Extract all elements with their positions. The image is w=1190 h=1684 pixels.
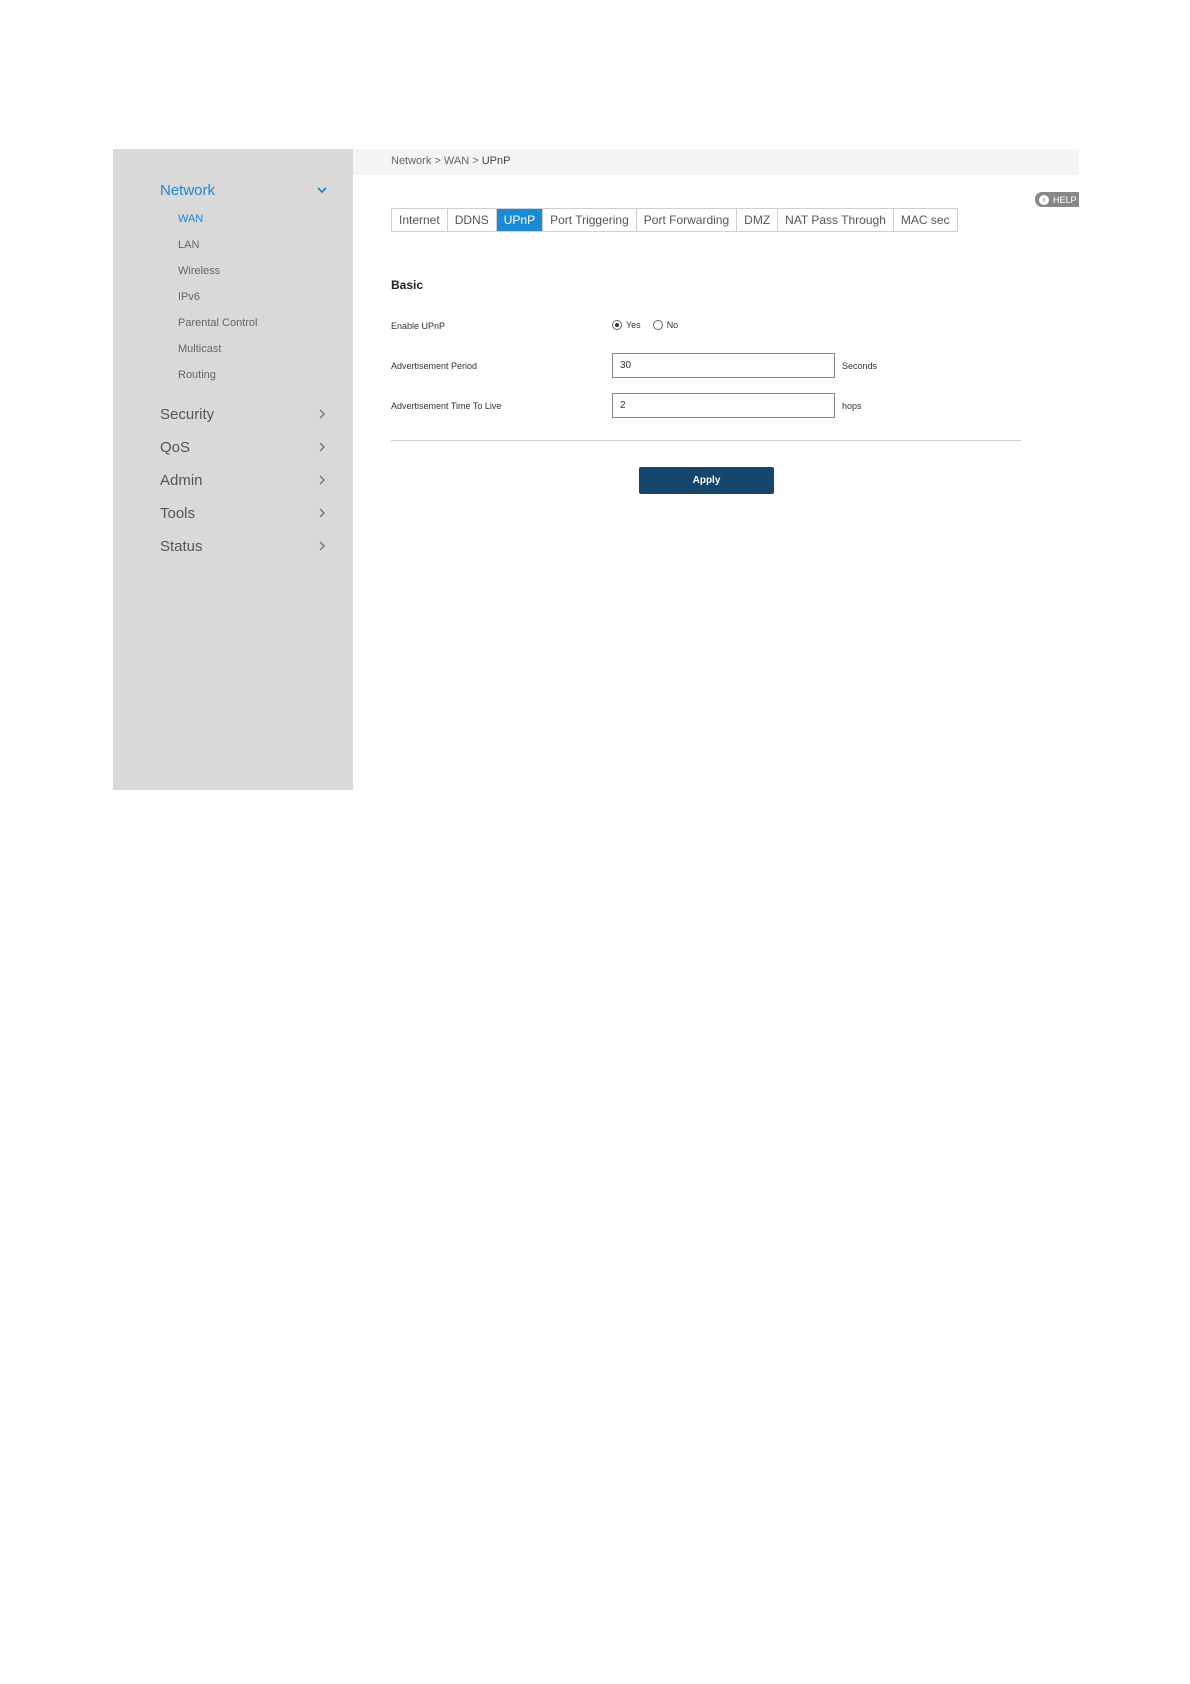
- sidebar-item-label: Status: [160, 537, 203, 555]
- sidebar-item-qos[interactable]: QoS: [160, 436, 330, 458]
- sidebar-item-label: Admin: [160, 471, 203, 489]
- chevron-right-icon: [314, 406, 330, 422]
- sidebar-subitem-wan[interactable]: WAN: [178, 210, 258, 236]
- tab-nat-pass-through[interactable]: NAT Pass Through: [778, 209, 894, 231]
- sidebar-subitem-wireless[interactable]: Wireless: [178, 262, 258, 288]
- advertisement-period-unit: Seconds: [842, 361, 878, 371]
- tab-port-forwarding[interactable]: Port Forwarding: [636, 209, 738, 231]
- sidebar-item-security[interactable]: Security: [160, 403, 330, 425]
- help-button[interactable]: ‹ HELP: [1035, 192, 1079, 207]
- breadcrumb-separator: >: [434, 155, 441, 167]
- tab-dmz[interactable]: DMZ: [737, 209, 779, 231]
- radio-selected-dot: [615, 323, 619, 327]
- sidebar-item-status[interactable]: Status: [160, 535, 330, 557]
- tab-ddns[interactable]: DDNS: [447, 209, 497, 231]
- tab-internet[interactable]: Internet: [392, 209, 448, 231]
- breadcrumb-current: UPnP: [481, 155, 511, 167]
- sidebar-item-label: Security: [160, 405, 215, 423]
- breadcrumb-separator: >: [472, 155, 479, 167]
- tab-upnp[interactable]: UPnP: [496, 209, 544, 231]
- network-submenu: WAN LAN Wireless IPv6 Parental Control M…: [178, 210, 258, 392]
- back-arrow-icon: ‹: [1039, 194, 1049, 205]
- section-title: Basic: [391, 278, 424, 292]
- chevron-right-icon: [314, 505, 330, 521]
- form-divider: [391, 440, 1021, 441]
- sidebar-subitem-lan[interactable]: LAN: [178, 236, 258, 262]
- enable-upnp-no-radio[interactable]: [652, 320, 663, 330]
- enable-upnp-no-label: No: [666, 320, 679, 330]
- sidebar-subitem-multicast[interactable]: Multicast: [178, 340, 258, 366]
- sidebar-item-label: QoS: [160, 438, 191, 456]
- enable-upnp-yes-radio[interactable]: [612, 320, 622, 330]
- enable-upnp-yes-label: Yes: [626, 320, 641, 330]
- breadcrumb-wan[interactable]: WAN: [444, 155, 469, 167]
- help-label: HELP: [1053, 194, 1077, 205]
- chevron-right-icon: [314, 439, 330, 455]
- sidebar-subitem-parental-control[interactable]: Parental Control: [178, 314, 258, 340]
- apply-button[interactable]: Apply: [639, 467, 774, 494]
- advertisement-period-label: Advertisement Period: [391, 361, 478, 371]
- chevron-down-icon: [314, 182, 330, 198]
- enable-upnp-radio-group: Yes No: [612, 320, 690, 330]
- breadcrumb-network[interactable]: Network: [391, 155, 431, 167]
- enable-upnp-label: Enable UPnP: [391, 321, 446, 331]
- advertisement-ttl-unit: hops: [842, 401, 862, 411]
- sidebar-subitem-routing[interactable]: Routing: [178, 366, 258, 392]
- tab-port-triggering[interactable]: Port Triggering: [543, 209, 637, 231]
- advertisement-ttl-input[interactable]: [612, 393, 835, 418]
- tab-bar: Internet DDNS UPnP Port Triggering Port …: [391, 208, 958, 232]
- advertisement-period-input[interactable]: [612, 353, 835, 378]
- sidebar-subitem-ipv6[interactable]: IPv6: [178, 288, 258, 314]
- breadcrumb: Network > WAN > UPnP: [353, 149, 1079, 175]
- sidebar-item-network[interactable]: Network: [160, 179, 330, 201]
- sidebar: Network WAN LAN Wireless IPv6 Parental C…: [113, 149, 353, 790]
- sidebar-item-label: Network: [160, 181, 216, 199]
- chevron-right-icon: [314, 538, 330, 554]
- tab-mac-sec[interactable]: MAC sec: [893, 209, 957, 231]
- advertisement-ttl-label: Advertisement Time To Live: [391, 401, 502, 411]
- sidebar-item-admin[interactable]: Admin: [160, 469, 330, 491]
- chevron-right-icon: [314, 472, 330, 488]
- sidebar-item-label: Tools: [160, 504, 196, 522]
- sidebar-item-tools[interactable]: Tools: [160, 502, 330, 524]
